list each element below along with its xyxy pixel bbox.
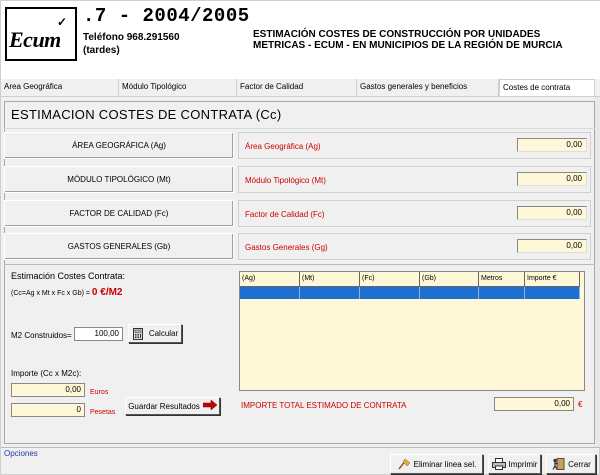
tab-costes-contrata[interactable]: Costes de contrata — [499, 79, 595, 97]
app-description: ESTIMACIÓN COSTES DE CONSTRUCCIÓN POR UN… — [253, 29, 598, 51]
arrow-right-icon — [202, 399, 218, 412]
exit-icon — [551, 458, 565, 470]
guardar-resultados-button[interactable]: Guardar Resultados — [125, 397, 220, 415]
guardar-label: Guardar Resultados — [128, 401, 200, 411]
pesetas-unit: Pesetas — [90, 409, 116, 416]
row-label-modulo: MÓDULO TIPOLÓGICO (Mt) — [4, 166, 234, 193]
col-header-fc: (Fc) — [360, 272, 420, 287]
tab-area-geografica[interactable]: Area Geográfica — [1, 79, 119, 96]
col-header-gb: (Gb) — [420, 272, 479, 287]
grid-cell — [300, 287, 360, 299]
tab-bar: Area Geográfica Módulo Tipológico Factor… — [1, 79, 600, 97]
phone-hours: (tardes) — [83, 45, 120, 56]
estimate-title: Estimación Costes Contrata: — [11, 271, 126, 281]
row-label-gastos: GASTOS GENERALES (Gb) — [4, 233, 234, 260]
importe-label: Importe (Cc x M2c): — [11, 369, 82, 378]
total-value-field[interactable]: 0,00 — [494, 397, 574, 411]
total-label: IMPORTE TOTAL ESTIMADO DE CONTRATA — [241, 401, 407, 410]
euros-unit: Euros — [90, 389, 109, 396]
col-header-mt: (Mt) — [300, 272, 360, 287]
modulo-value-field[interactable]: 0,00 — [517, 172, 587, 186]
area-value-field[interactable]: 0,00 — [517, 138, 587, 152]
opciones-label: Opciones — [4, 449, 38, 458]
pesetas-field[interactable]: 0 — [11, 403, 85, 417]
footer-divider — [1, 447, 600, 448]
grid-cell — [525, 287, 580, 299]
app-title: .7 - 2004/2005 — [83, 5, 250, 27]
col-header-importe: Importe € — [525, 272, 580, 287]
desc-line-2: METRICAS - ECUM - EN MUNICIPIOS DE LA RE… — [253, 40, 563, 51]
close-label: Cerrar — [568, 459, 591, 469]
app-window: ✓ Ecum .7 - 2004/2005 Teléfono 968.29156… — [0, 0, 600, 475]
print-label: Imprimir — [508, 459, 538, 469]
logo-text: Ecum — [9, 27, 61, 52]
tab-modulo-tipologico[interactable]: Módulo Tipológico — [119, 79, 237, 96]
m2-input[interactable]: 100,00 — [74, 327, 123, 341]
calcular-label: Calcular — [148, 329, 179, 338]
desc-line-1: ESTIMACIÓN COSTES DE CONSTRUCCIÓN POR UN… — [253, 29, 541, 40]
broom-icon — [397, 458, 411, 470]
delete-line-label: Eliminar linea sel. — [413, 459, 477, 469]
grid-cell — [240, 287, 300, 299]
col-header-ag: (Ag) — [240, 272, 300, 287]
row-modulo-name: Módulo Tipológico (Mt) — [245, 176, 326, 185]
grid-cell — [360, 287, 420, 299]
printer-icon — [491, 458, 506, 470]
tab-divider — [1, 96, 600, 97]
grid-header: (Ag) (Mt) (Fc) (Gb) Metros Importe € — [240, 272, 580, 287]
ecum-logo: ✓ Ecum — [5, 7, 77, 61]
total-unit: € — [578, 400, 583, 409]
formula-text: (Cc=Ag x Mt x Fc x Gb) = — [11, 290, 90, 297]
row-gastos-name: Gastos Generales (Gg) — [245, 243, 328, 252]
row-factor: Factor de Calidad (Fc) 0,00 — [238, 200, 591, 227]
row-modulo: Módulo Tipológico (Mt) 0,00 — [238, 166, 591, 193]
factor-value-field[interactable]: 0,00 — [517, 206, 587, 220]
section-divider — [4, 264, 595, 265]
table-row[interactable] — [240, 287, 580, 299]
results-grid[interactable]: (Ag) (Mt) (Fc) (Gb) Metros Importe € — [239, 271, 585, 391]
col-header-metros: Metros — [479, 272, 525, 287]
header: ✓ Ecum .7 - 2004/2005 Teléfono 968.29156… — [1, 1, 600, 79]
row-factor-name: Factor de Calidad (Fc) — [245, 210, 325, 219]
row-label-factor: FACTOR DE CALIDAD (Fc) — [4, 200, 234, 227]
phone-line: Teléfono 968.291560 — [83, 32, 180, 43]
tab-gastos-generales[interactable]: Gastos generales y beneficios — [357, 79, 499, 96]
estimate-result: 0 €/M2 — [91, 287, 123, 298]
m2-label: M2 Construidos= — [11, 331, 72, 340]
euros-field[interactable]: 0,00 — [11, 383, 85, 397]
row-area: Área Geográfica (Ag) 0,00 — [238, 132, 591, 159]
row-label-area: ÁREA GEOGRÁFICA (Ag) — [4, 132, 234, 159]
close-button[interactable]: Cerrar — [546, 454, 596, 474]
grid-cell — [420, 287, 479, 299]
row-area-name: Área Geográfica (Ag) — [245, 142, 321, 151]
calcular-button[interactable]: Calcular — [128, 324, 182, 343]
title-divider — [4, 128, 595, 129]
panel-title: ESTIMACION COSTES DE CONTRATA (Cc) — [11, 107, 282, 122]
calculator-icon — [132, 327, 146, 340]
estimate-formula: (Cc=Ag x Mt x Fc x Gb) = 0 €/M2 — [11, 287, 123, 298]
gastos-value-field[interactable]: 0,00 — [517, 239, 587, 253]
row-gastos: Gastos Generales (Gg) 0,00 — [238, 233, 591, 260]
grid-cell — [479, 287, 525, 299]
delete-line-button[interactable]: Eliminar linea sel. — [390, 454, 483, 474]
print-button[interactable]: Imprimir — [488, 454, 541, 474]
phone-info: Teléfono 968.291560 (tardes) — [83, 31, 180, 57]
tab-factor-calidad[interactable]: Factor de Calidad — [237, 79, 357, 96]
